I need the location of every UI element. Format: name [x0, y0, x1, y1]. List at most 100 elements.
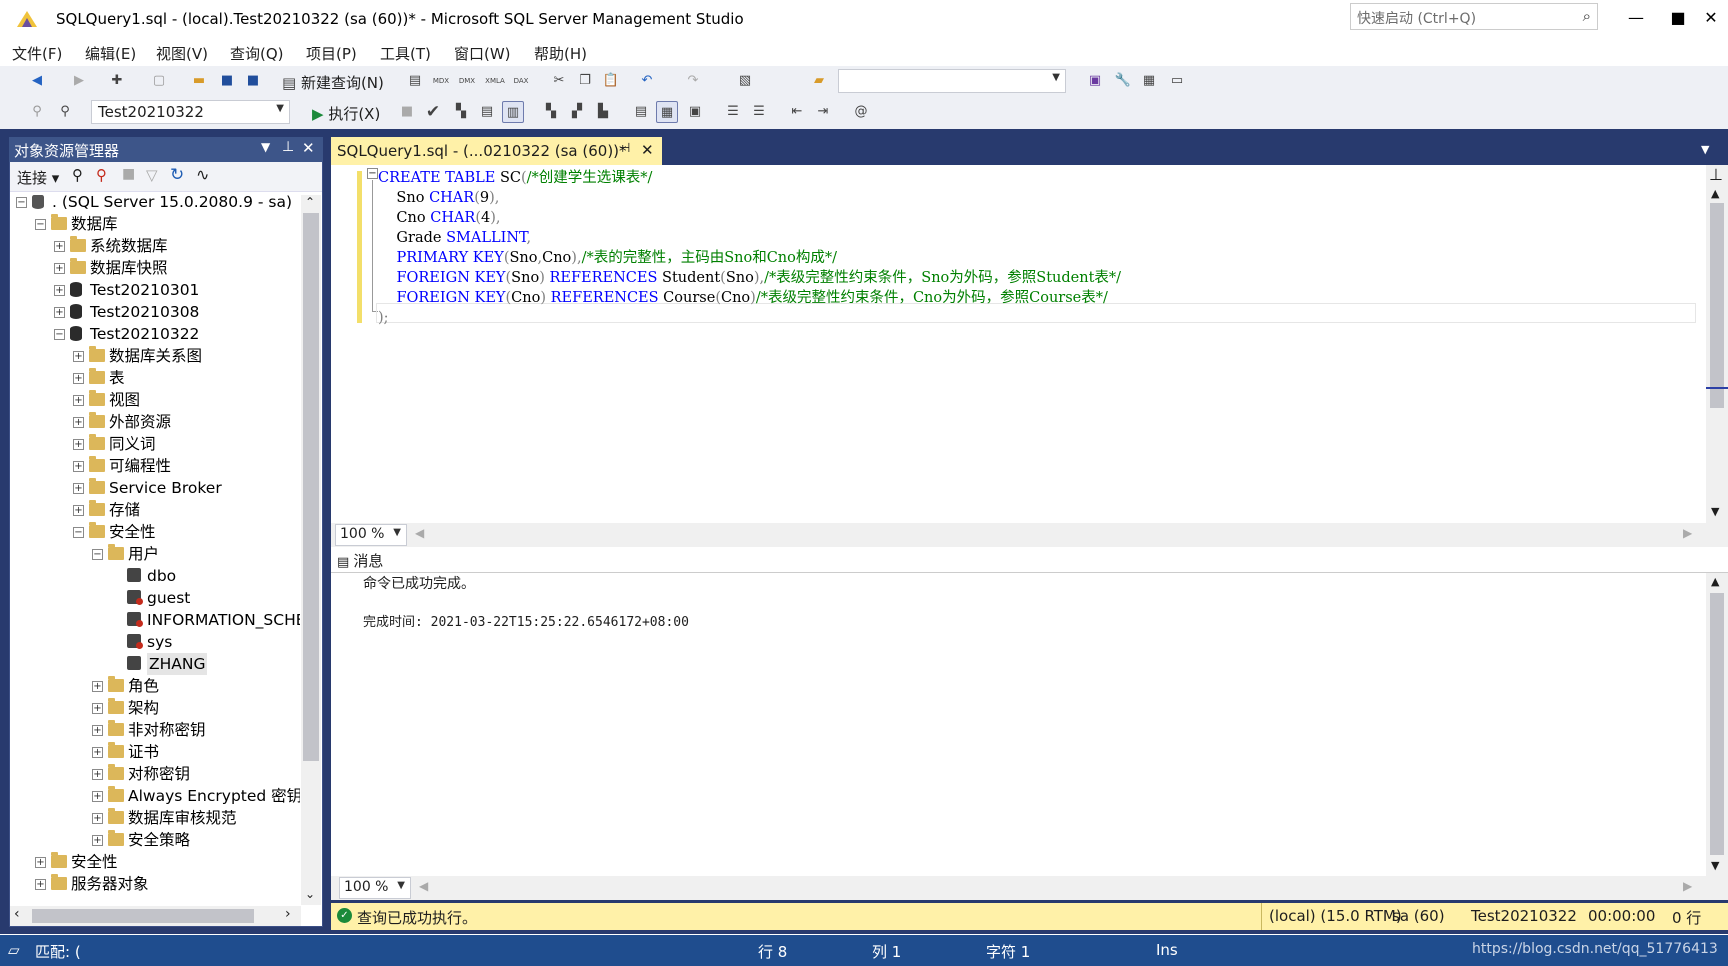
expand-icon[interactable]: + [92, 681, 103, 692]
new-project-icon[interactable]: ✚ [106, 70, 128, 92]
tab-sqlquery1[interactable]: SQLQuery1.sql - (...0210322 (sa (60))* ⊣… [331, 137, 662, 165]
search-combo[interactable]: ▼ [838, 69, 1066, 93]
expand-icon[interactable]: + [92, 769, 103, 780]
scroll-thumb[interactable] [1710, 203, 1724, 408]
expand-icon[interactable]: + [73, 351, 84, 362]
messages-pane[interactable]: 命令已成功完成。 完成时间: 2021-03-22T15:25:22.65461… [331, 573, 1706, 876]
command-window-icon[interactable]: ▭ [1166, 70, 1188, 92]
messages-zoom-select[interactable]: 100 % ▼ [339, 877, 411, 899]
tree-vertical-scrollbar[interactable]: ⌃ ⌄ [301, 195, 321, 905]
scroll-thumb[interactable] [303, 213, 319, 761]
results-to-grid-icon[interactable]: ▦ [656, 101, 678, 123]
collapse-icon[interactable]: − [35, 219, 46, 230]
connect-plug-icon[interactable]: ⚲ [72, 166, 83, 184]
expand-icon[interactable]: + [92, 813, 103, 824]
pin-icon[interactable]: ⊣ [619, 141, 630, 156]
execute-button[interactable]: ▶ 执行(X) [312, 103, 380, 124]
save-icon[interactable]: ■ [216, 70, 238, 92]
open-file-icon[interactable]: ▬ [188, 70, 210, 92]
expand-icon[interactable]: + [73, 439, 84, 450]
filter-icon[interactable]: ▽ [146, 166, 158, 184]
stop-icon[interactable]: ■ [122, 166, 135, 182]
expand-icon[interactable]: + [73, 483, 84, 494]
minimize-button[interactable]: — [1614, 4, 1658, 32]
maximize-button[interactable]: ■ [1656, 4, 1700, 32]
close-button[interactable]: ✕ [1696, 4, 1726, 32]
parse-check-icon[interactable]: ✔ [422, 101, 444, 123]
find-in-files-icon[interactable]: ▰ [808, 70, 830, 92]
increase-indent-icon[interactable]: ⇥ [812, 101, 834, 123]
tree-horizontal-scrollbar[interactable]: ‹ › [10, 906, 301, 926]
expand-icon[interactable]: + [35, 879, 46, 890]
menu-edit[interactable]: 编辑(E) [85, 43, 136, 64]
expand-icon[interactable]: + [92, 835, 103, 846]
display-plan-icon[interactable]: ▚ [450, 101, 472, 123]
scroll-down-icon[interactable]: ▼ [1711, 505, 1719, 518]
live-stats-icon[interactable]: ▞ [566, 101, 588, 123]
collapse-icon[interactable]: − [73, 527, 84, 538]
connect-icon[interactable]: ⚲ [26, 101, 48, 123]
window-position-icon[interactable]: ▼ [261, 140, 270, 154]
pin-icon[interactable]: ⊥ [282, 139, 294, 155]
expand-icon[interactable]: + [92, 725, 103, 736]
analysis-query-icon[interactable]: ▤ [404, 70, 426, 92]
menu-view[interactable]: 视图(V) [156, 43, 208, 64]
connect-button[interactable]: 连接 ▾ [17, 167, 59, 188]
activity-icon[interactable]: ∿ [196, 165, 209, 184]
scroll-right-icon[interactable]: › [285, 906, 291, 922]
back-icon[interactable]: ◀ [26, 70, 48, 92]
expand-icon[interactable]: + [73, 461, 84, 472]
close-panel-icon[interactable]: ✕ [302, 139, 315, 157]
paste-icon[interactable]: 📋 [600, 70, 622, 92]
editor-vertical-scrollbar[interactable]: ⊥ ▲ ▼ [1706, 165, 1728, 523]
save-all-icon[interactable]: ■ [242, 70, 264, 92]
expand-icon[interactable]: + [54, 241, 65, 252]
redo-icon[interactable]: ↷ [682, 70, 704, 92]
tab-messages[interactable]: ▤ 消息 [337, 550, 383, 571]
sql-editor[interactable] [331, 165, 1706, 523]
mdx-query-icon[interactable]: MDX [430, 70, 452, 92]
stop-icon[interactable]: ■ [396, 101, 418, 123]
disconnect-icon[interactable]: ⚲ [96, 166, 107, 184]
menu-query[interactable]: 查询(Q) [230, 43, 284, 64]
tab-list-dropdown-icon[interactable]: ▼ [1701, 143, 1709, 156]
decrease-indent-icon[interactable]: ⇤ [786, 101, 808, 123]
refresh-icon[interactable]: ↻ [170, 165, 184, 185]
collapse-icon[interactable]: − [16, 197, 27, 208]
xmla-query-icon[interactable]: XMLA [484, 70, 506, 92]
scroll-right-icon[interactable]: ▶ [1683, 879, 1692, 893]
client-stats-icon[interactable]: ▙ [592, 101, 614, 123]
scroll-left-icon[interactable]: ◀ [419, 879, 428, 893]
intellisense-icon[interactable]: ▥ [502, 101, 524, 123]
scroll-thumb[interactable] [1710, 593, 1724, 855]
database-combo[interactable]: Test20210322 ▼ [91, 100, 290, 124]
messages-vertical-scrollbar[interactable]: ▲ ▼ [1706, 573, 1728, 876]
properties-wrench-icon[interactable]: 🔧 [1112, 70, 1134, 92]
forward-icon[interactable]: ▶ [68, 70, 90, 92]
scroll-up-icon[interactable]: ▲ [1711, 187, 1719, 200]
scroll-left-icon[interactable]: ‹ [14, 906, 20, 922]
collapse-icon[interactable]: − [54, 329, 65, 340]
scroll-down-icon[interactable]: ⌄ [305, 887, 315, 901]
expand-icon[interactable]: + [73, 505, 84, 516]
menu-tools[interactable]: 工具(T) [380, 43, 431, 64]
scroll-right-icon[interactable]: ▶ [1683, 526, 1692, 540]
specify-values-icon[interactable]: @ [850, 101, 872, 123]
expand-icon[interactable]: + [92, 747, 103, 758]
hscroll-thumb[interactable] [32, 909, 254, 923]
query-designer-icon[interactable]: ▤ [476, 101, 498, 123]
expand-icon[interactable]: + [92, 791, 103, 802]
comment-icon[interactable]: ☰ [722, 101, 744, 123]
quick-launch-input[interactable]: 快速启动 (Ctrl+Q) ⌕ [1350, 3, 1598, 30]
menu-file[interactable]: 文件(F) [12, 43, 62, 64]
close-tab-icon[interactable]: ✕ [641, 141, 654, 159]
new-query-button[interactable]: ▤ 新建查询(N) [282, 72, 384, 93]
expand-icon[interactable]: + [73, 395, 84, 406]
collapse-icon[interactable]: − [92, 549, 103, 560]
menu-window[interactable]: 窗口(W) [454, 43, 511, 64]
expand-icon[interactable]: + [54, 307, 65, 318]
cut-icon[interactable]: ✂ [548, 70, 570, 92]
expand-icon[interactable]: + [35, 857, 46, 868]
scroll-up-icon[interactable]: ▲ [1711, 575, 1719, 588]
expand-icon[interactable]: + [73, 373, 84, 384]
